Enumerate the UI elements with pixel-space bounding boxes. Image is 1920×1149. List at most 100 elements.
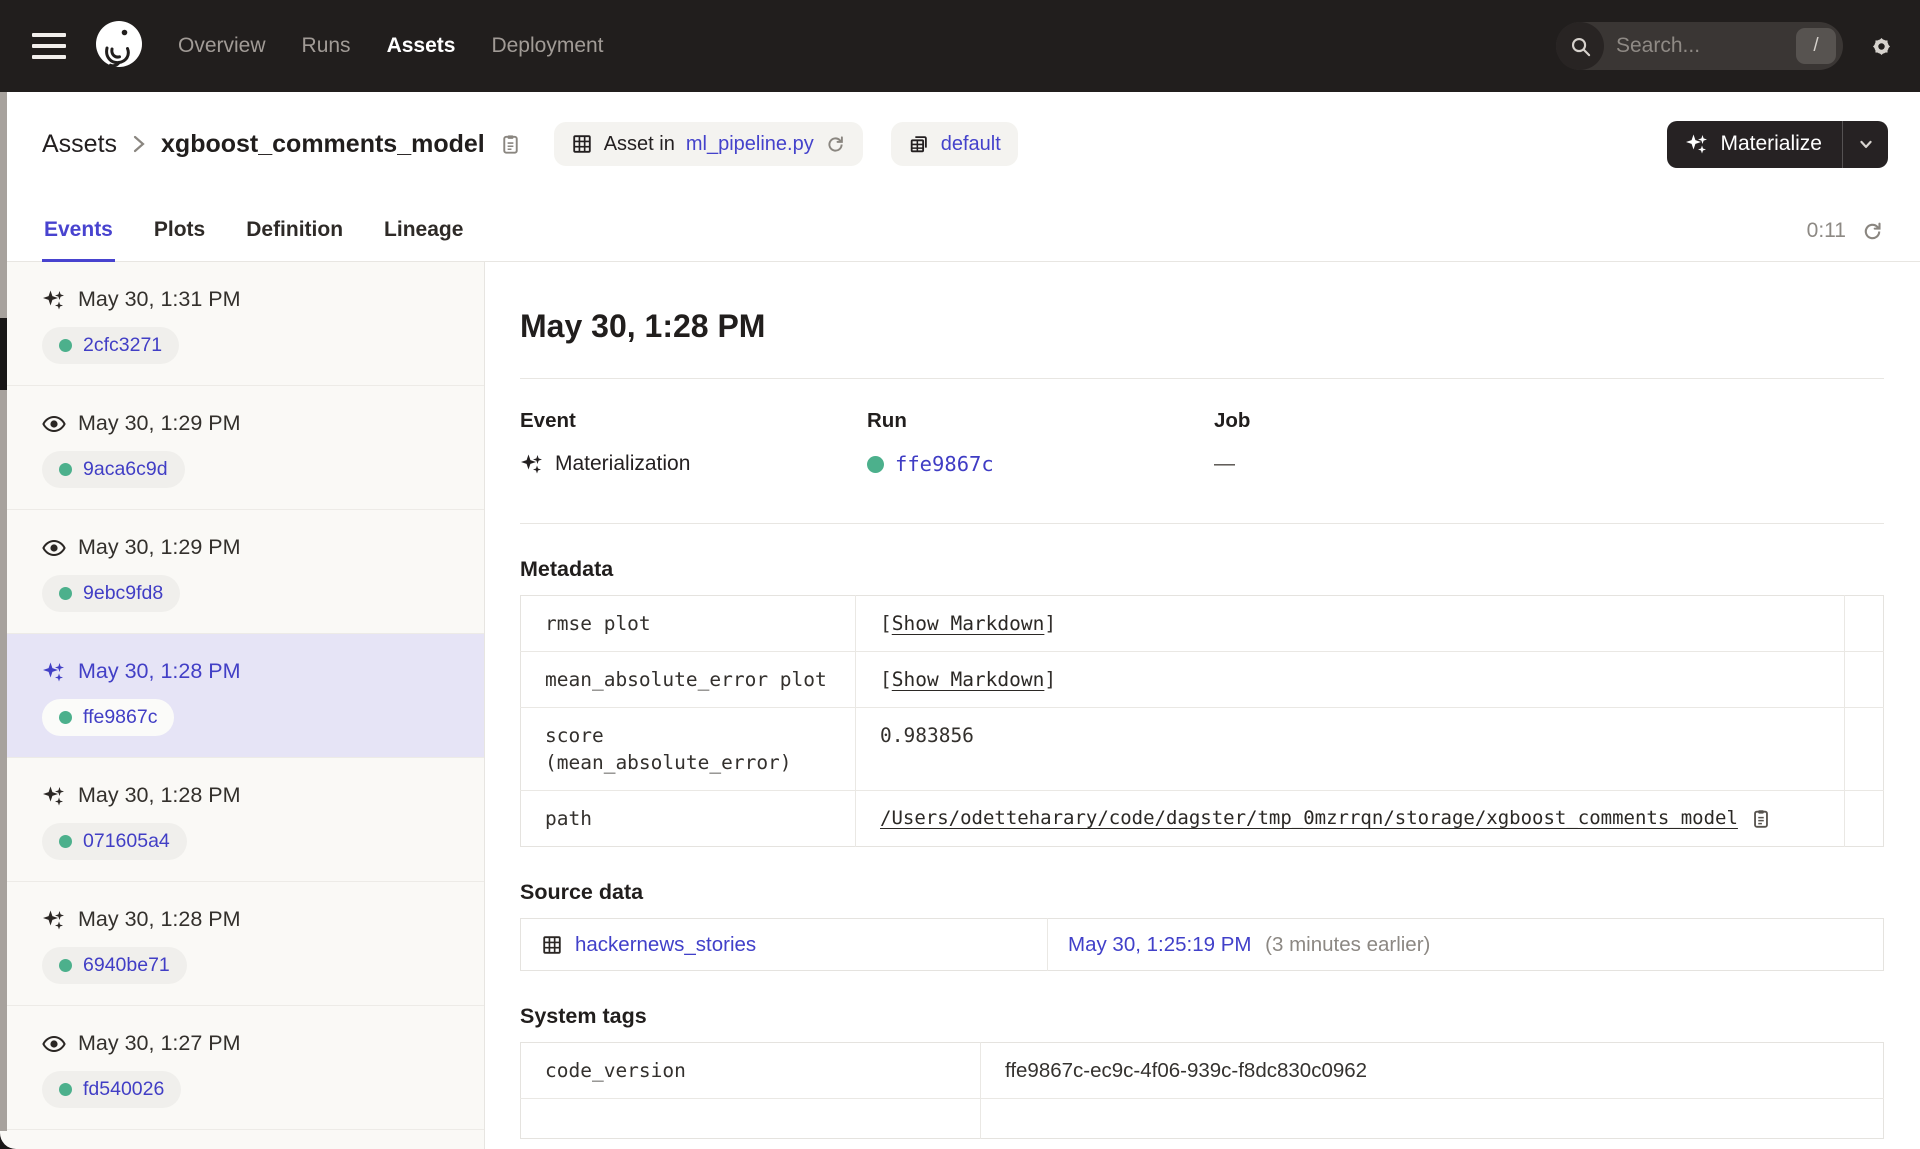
run-id-badge[interactable]: 9aca6c9d: [42, 451, 185, 488]
metadata-key: mean_absolute_error plot: [520, 651, 856, 708]
bracket: [: [880, 668, 892, 691]
event-detail-panel: May 30, 1:28 PM Event Materialization Ru…: [485, 262, 1920, 1149]
event-list: May 30, 1:31 PM 2cfc3271 May 30, 1:29 PM…: [0, 262, 485, 1149]
run-id-link[interactable]: ffe9867c: [895, 452, 994, 476]
table-row: code_version ffe9867c-ec9c-4f06-939c-f8d…: [520, 1042, 1884, 1099]
tab-lineage[interactable]: Lineage: [382, 218, 465, 262]
show-markdown-link[interactable]: Show Markdown: [892, 668, 1045, 691]
run-id: ffe9867c: [83, 706, 158, 728]
run-status-dot: [59, 835, 72, 848]
materialization-sparkle-icon: [42, 660, 66, 684]
tag-key: code_version: [520, 1042, 981, 1099]
source-asset-link[interactable]: hackernews_stories: [575, 931, 756, 958]
event-list-item[interactable]: May 30, 1:28 PM 071605a4: [0, 758, 484, 882]
event-label: Event: [520, 409, 576, 432]
metadata-heading: Metadata: [520, 557, 614, 581]
run-id: 9aca6c9d: [83, 458, 168, 480]
refresh-icon[interactable]: [1861, 220, 1884, 243]
table-row: rmse plot [Show Markdown]: [520, 595, 1884, 652]
metadata-value: 0.983856: [855, 707, 1845, 791]
run-id-badge[interactable]: 2cfc3271: [42, 327, 180, 364]
asset-definition-badge: Asset in ml_pipeline.py: [553, 122, 863, 166]
nav-runs[interactable]: Runs: [302, 34, 351, 58]
run-id-badge[interactable]: 6940be71: [42, 947, 187, 984]
event-time: May 30, 1:29 PM: [78, 411, 241, 435]
event-list-item[interactable]: May 30, 1:28 PM 6940be71: [0, 882, 484, 1006]
row-gutter: [1844, 707, 1884, 791]
run-status-dot: [867, 455, 884, 473]
event-list-item[interactable]: May 30, 1:29 PM 9aca6c9d: [0, 386, 484, 510]
run-id-badge[interactable]: fd540026: [42, 1071, 182, 1108]
materialize-split-button: Materialize: [1667, 120, 1888, 168]
metadata-table: rmse plot [Show Markdown] mean_absolute_…: [520, 595, 1884, 847]
asset-group-icon: [908, 133, 930, 155]
breadcrumb-separator-icon: [131, 133, 147, 155]
source-data-table: hackernews_stories May 30, 1:25:19 PM (3…: [520, 918, 1884, 971]
event-list-item[interactable]: May 30, 1:27 PM fd540026: [0, 1006, 484, 1130]
run-id: 071605a4: [83, 830, 170, 852]
job-value: —: [1214, 452, 1235, 475]
storage-path-link[interactable]: /Users/odetteharary/code/dagster/tmp_0mz…: [880, 805, 1738, 832]
observation-eye-icon: [42, 1032, 66, 1056]
gear-icon[interactable]: [1869, 34, 1894, 59]
asset-title: xgboost_comments_model: [161, 129, 485, 158]
nav-deployment[interactable]: Deployment: [491, 34, 603, 58]
materialize-label: Materialize: [1720, 132, 1822, 155]
observation-eye-icon: [42, 412, 66, 436]
top-navigation: Overview Runs Assets Deployment /: [0, 0, 1920, 92]
primary-nav: Overview Runs Assets Deployment: [178, 34, 604, 58]
tag-value: ffe9867c-ec9c-4f06-939c-f8dc830c0962: [1005, 1059, 1368, 1082]
event-time: May 30, 1:31 PM: [78, 287, 241, 311]
search-shortcut-key: /: [1796, 28, 1836, 64]
tab-events[interactable]: Events: [42, 218, 115, 262]
asset-group-badge[interactable]: default: [890, 122, 1018, 166]
event-time: May 30, 1:28 PM: [78, 907, 241, 931]
row-gutter: [1844, 651, 1884, 708]
global-search: /: [1556, 22, 1843, 70]
breadcrumb-assets-link[interactable]: Assets: [42, 130, 117, 159]
refresh-timer: 0:11: [1806, 219, 1846, 242]
search-input[interactable]: [1604, 34, 1796, 58]
copy-asset-name-icon[interactable]: [499, 133, 522, 156]
materialization-sparkle-icon: [42, 784, 66, 808]
run-status-dot: [59, 711, 72, 724]
run-status-dot: [59, 959, 72, 972]
chevron-down-icon: [1856, 134, 1876, 154]
table-grid-icon: [541, 934, 563, 956]
materialize-button[interactable]: Materialize: [1667, 121, 1842, 168]
materialization-sparkle-icon: [42, 908, 66, 932]
search-icon: [1556, 22, 1604, 70]
materialize-dropdown-button[interactable]: [1842, 120, 1888, 168]
bracket: ]: [1044, 668, 1057, 691]
nav-overview[interactable]: Overview: [178, 34, 266, 58]
event-list-item[interactable]: May 30, 1:29 PM 9ebc9fd8: [0, 510, 484, 634]
table-row: path /Users/odetteharary/code/dagster/tm…: [520, 790, 1884, 847]
event-list-item-selected[interactable]: May 30, 1:28 PM ffe9867c: [0, 634, 484, 758]
reload-definition-icon[interactable]: [825, 134, 846, 155]
table-row: [520, 1098, 1884, 1139]
run-id-badge[interactable]: 071605a4: [42, 823, 187, 860]
source-timestamp-link[interactable]: May 30, 1:25:19 PM: [1068, 933, 1251, 956]
metadata-key: rmse plot: [520, 595, 856, 652]
show-markdown-link[interactable]: Show Markdown: [892, 612, 1045, 635]
definition-file-link[interactable]: ml_pipeline.py: [686, 133, 814, 156]
row-gutter: [1844, 790, 1884, 847]
dagster-logo[interactable]: [96, 20, 142, 72]
event-time: May 30, 1:27 PM: [78, 1031, 241, 1055]
run-id-badge[interactable]: 9ebc9fd8: [42, 575, 181, 612]
materialization-sparkle-icon: [42, 288, 66, 312]
tab-plots[interactable]: Plots: [152, 218, 207, 262]
run-status-dot: [59, 587, 72, 600]
metadata-value: [Show Markdown]: [856, 596, 1845, 652]
event-time: May 30, 1:28 PM: [78, 783, 241, 807]
event-list-item[interactable]: May 30, 1:31 PM 2cfc3271: [0, 262, 484, 386]
tab-definition[interactable]: Definition: [244, 218, 345, 262]
hamburger-menu-icon[interactable]: [32, 29, 72, 63]
asset-tabs: Events Plots Definition Lineage 0:11: [0, 196, 1920, 262]
run-status-dot: [59, 463, 72, 476]
run-id: 9ebc9fd8: [83, 582, 164, 604]
nav-assets[interactable]: Assets: [387, 34, 456, 58]
copy-path-icon[interactable]: [1750, 808, 1772, 830]
metadata-key: score (mean_absolute_error): [520, 707, 856, 791]
run-id-badge[interactable]: ffe9867c: [42, 699, 175, 736]
